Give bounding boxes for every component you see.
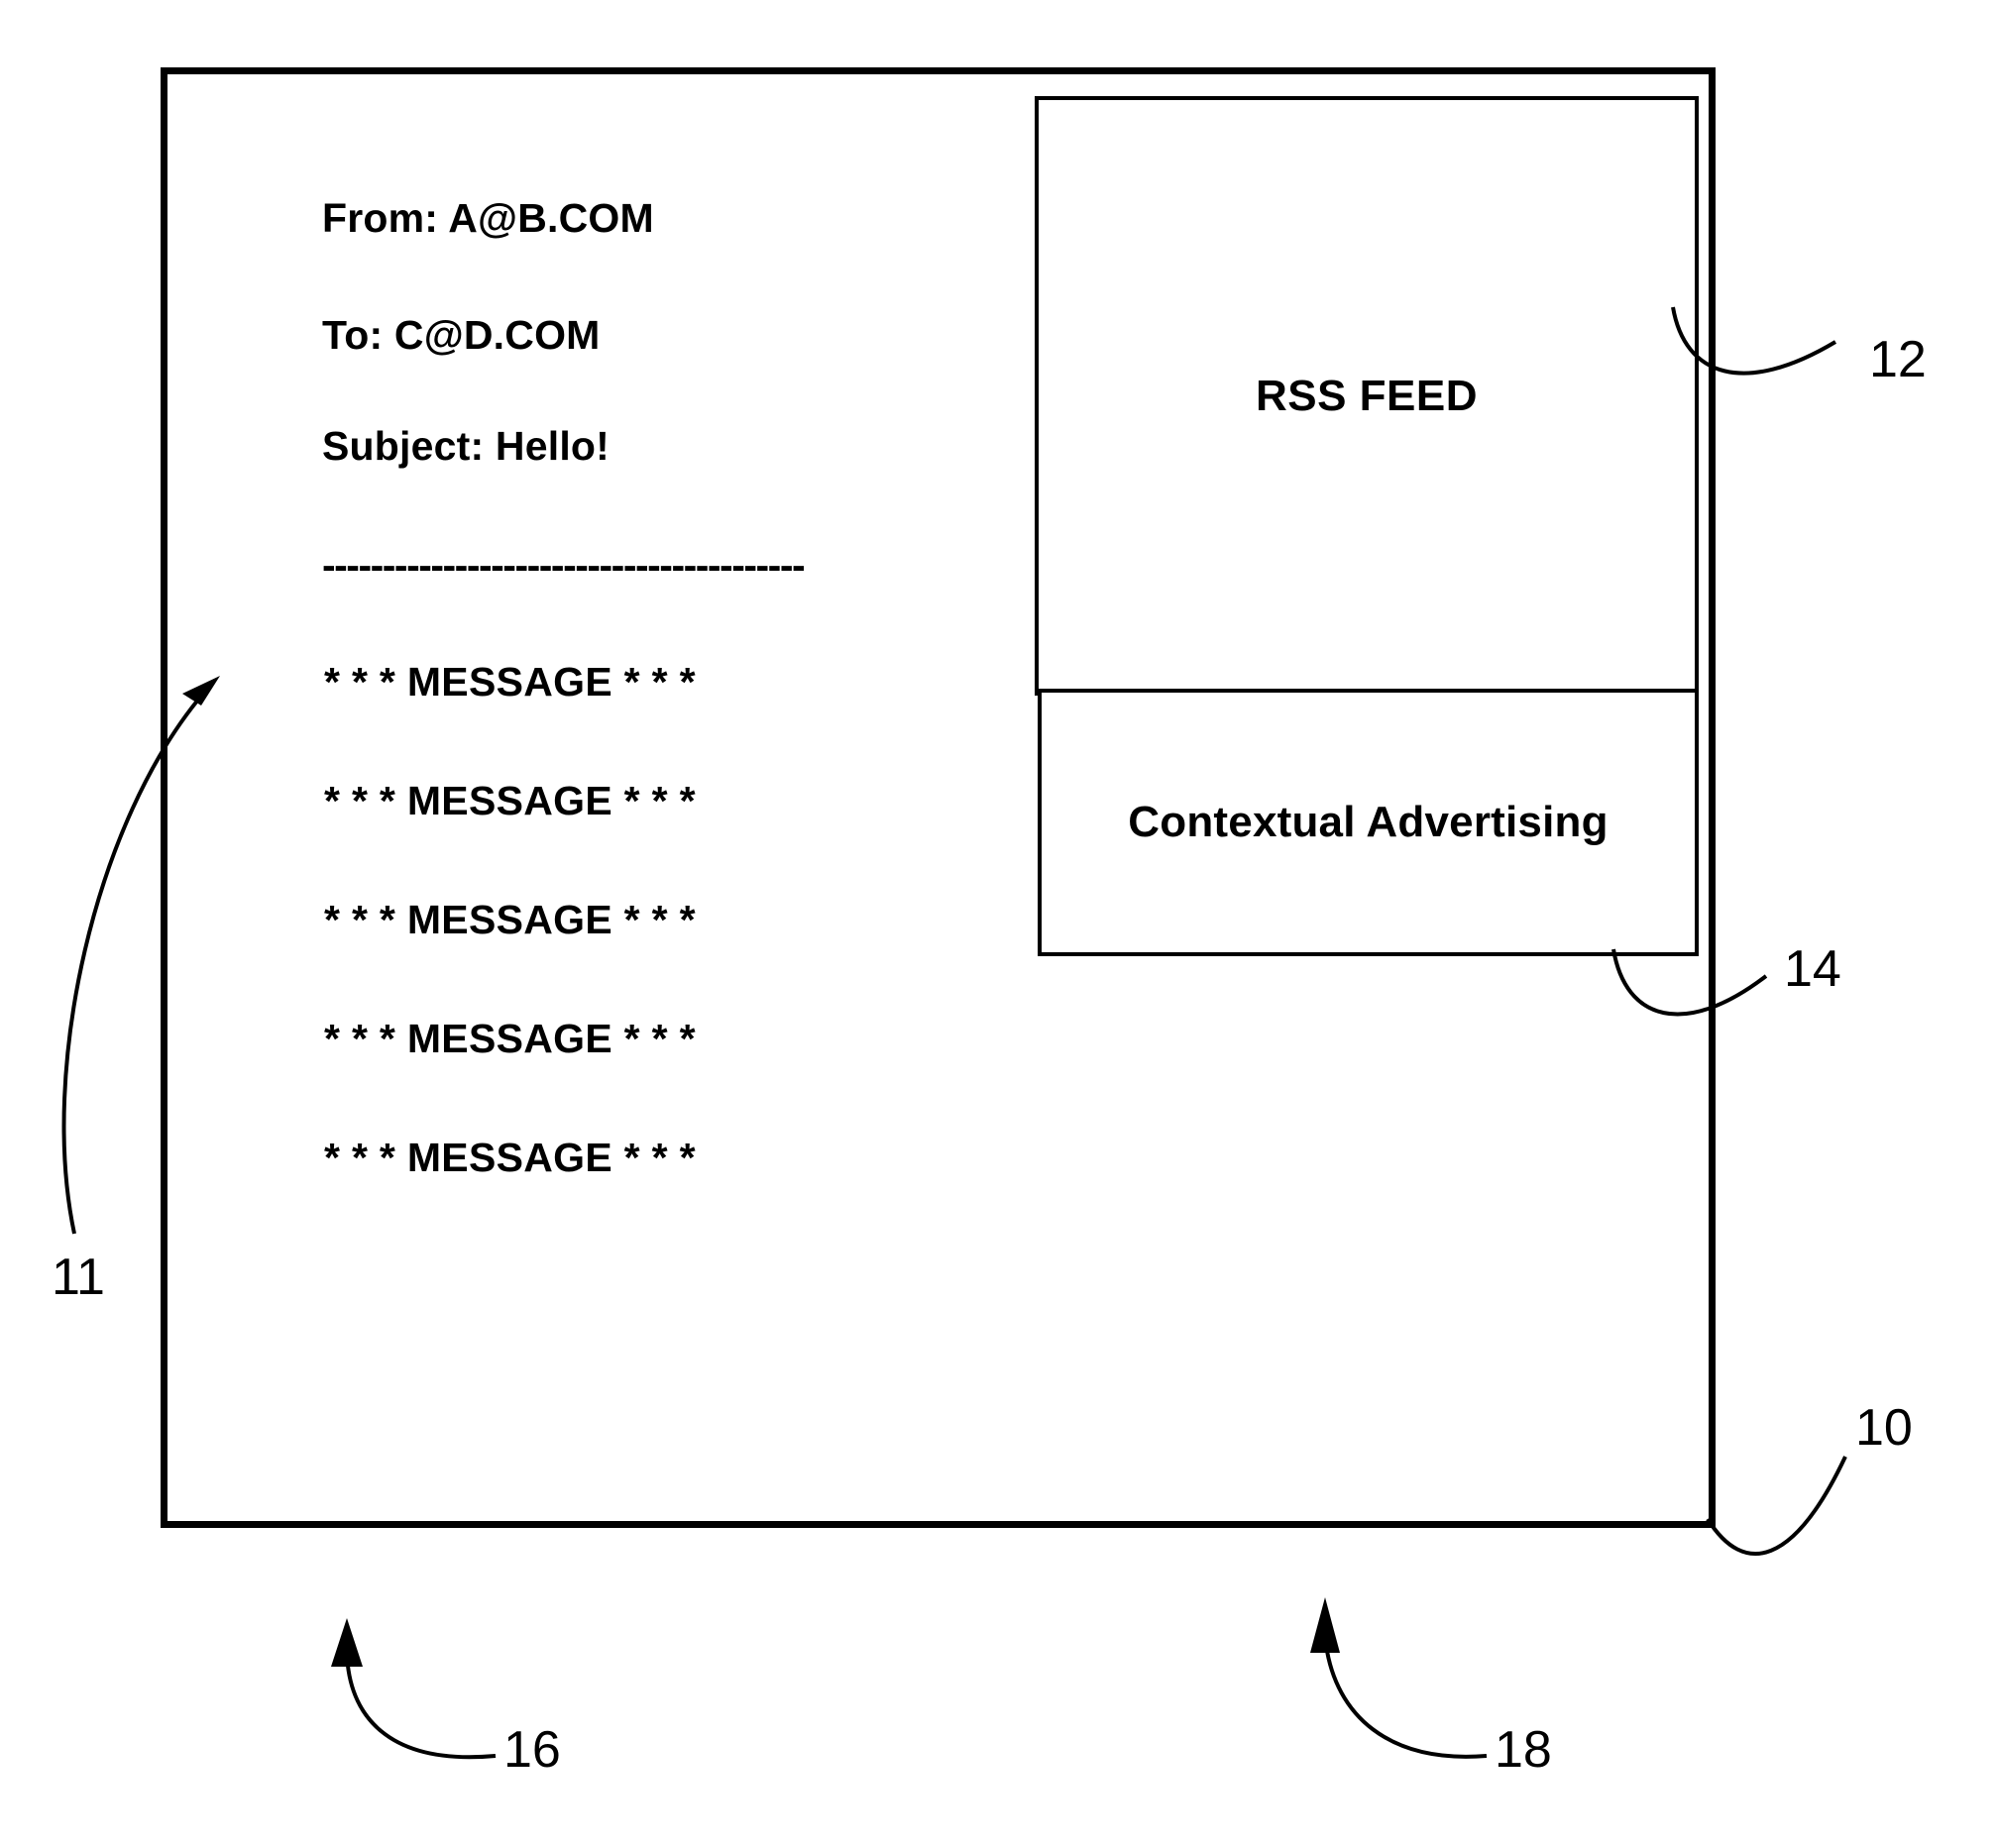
contextual-advertising-panel[interactable]: Contextual Advertising: [1038, 689, 1699, 956]
reference-numeral-12: 12: [1869, 331, 1927, 388]
reference-numeral-11: 11: [52, 1249, 105, 1306]
rss-feed-panel[interactable]: RSS FEED: [1035, 96, 1699, 696]
reference-numeral-16: 16: [503, 1721, 561, 1779]
message-body-line: * * * MESSAGE * * *: [324, 778, 696, 823]
message-body-line: * * * MESSAGE * * *: [324, 897, 696, 942]
leader-line-16: [345, 1652, 497, 1760]
header-body-divider: ----------------------------------------: [322, 545, 806, 588]
email-subject-line: Subject: Hello!: [322, 423, 610, 469]
email-from-line: From: A@B.COM: [322, 195, 654, 241]
reference-numeral-10: 10: [1855, 1399, 1913, 1457]
client-window-frame: From: A@B.COM To: C@D.COM Subject: Hello…: [161, 67, 1716, 1528]
contextual-advertising-label: Contextual Advertising: [1128, 798, 1609, 846]
leader-line-18: [1324, 1644, 1488, 1759]
email-to-line: To: C@D.COM: [322, 312, 601, 358]
arrowhead-18: [1310, 1597, 1340, 1653]
message-body-line: * * * MESSAGE * * *: [324, 659, 696, 705]
message-body-line: * * * MESSAGE * * *: [324, 1016, 696, 1061]
message-body-line: * * * MESSAGE * * *: [324, 1135, 696, 1180]
reference-numeral-18: 18: [1495, 1721, 1552, 1779]
patent-figure: From: A@B.COM To: C@D.COM Subject: Hello…: [0, 0, 1998, 1848]
rss-feed-label: RSS FEED: [1255, 371, 1479, 420]
arrowhead-16: [331, 1618, 363, 1667]
leader-line-10: [1706, 1456, 1847, 1556]
reference-numeral-14: 14: [1784, 940, 1841, 998]
